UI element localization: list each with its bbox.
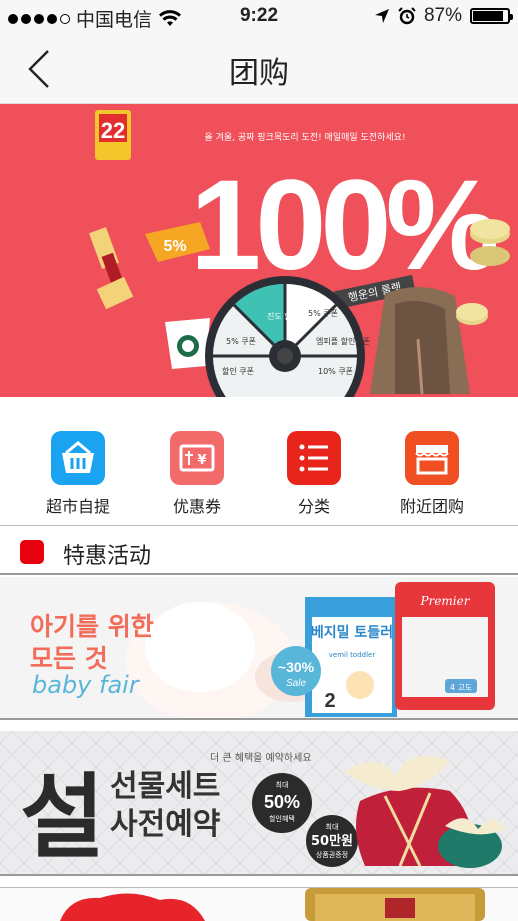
quick-item-label: 附近团购 xyxy=(399,497,464,516)
wheel-segment: 5% 쿠폰 xyxy=(308,309,338,318)
promo-banner-baby-fair[interactable]: 아기를 위한 모든 것 baby fair 베지밀 토들러 vemil todd… xyxy=(0,577,518,720)
calligraphy: 설 xyxy=(20,763,105,871)
section-title: 特惠活动 xyxy=(63,544,152,569)
quick-item-label: 超市自提 xyxy=(45,497,110,516)
battery-percent: 87% xyxy=(423,5,462,26)
sale-badge: ~30% xyxy=(278,659,315,675)
store-icon[interactable] xyxy=(405,431,459,485)
promo-line2: 모든 것 xyxy=(30,644,108,673)
battery-icon xyxy=(470,8,513,24)
location-arrow-icon xyxy=(374,9,389,23)
anniversary-badge: 22 xyxy=(95,110,131,160)
banner-art: 22 올 겨울, 공짜 핑크목도리 도전! 매일매일 도전하세요! 100% 행… xyxy=(89,110,510,397)
alarm-icon xyxy=(398,7,416,25)
wheel-segment: 5% 쿠폰 xyxy=(226,337,256,346)
coupon-icon[interactable]: ¥ xyxy=(170,431,224,485)
quick-item-label: 优惠券 xyxy=(172,497,221,516)
box-size: 4 고도 xyxy=(450,683,472,692)
promo-line2: 사전예약 xyxy=(110,807,220,842)
quick-menu: 超市自提 ¥ 优惠券 分类 附近团购 xyxy=(0,397,518,526)
discount-badge: 50% xyxy=(264,792,300,812)
badge-small: 최대 xyxy=(276,780,289,789)
discount-badge-sub: 할인혜택 xyxy=(269,814,295,823)
gift-badge: 50만원 xyxy=(311,833,353,849)
status-bar: 中国电信 9:22 87% xyxy=(0,0,518,34)
section-header: 特惠活动 xyxy=(0,527,518,575)
quick-item-nearby-deals[interactable]: 附近团购 xyxy=(372,431,492,517)
banner-subtitle: 올 겨울, 공짜 핑크목도리 도전! 매일매일 도전하세요! xyxy=(204,132,405,143)
promo-banner-gift-set[interactable]: 설 더 큰 혜택을 예약하세요 선물세트 사전예약 최대 50% 할인혜택 최대… xyxy=(0,731,518,876)
section-marker-icon xyxy=(20,540,44,564)
coffee-cup-image xyxy=(165,318,210,369)
quick-item-supermarket-pickup[interactable]: 超市自提 xyxy=(18,431,138,517)
quick-item-coupons[interactable]: ¥ 优惠券 xyxy=(137,431,257,517)
sale-badge-sub: Sale xyxy=(286,678,306,689)
badge2-small: 최대 xyxy=(326,822,339,831)
promo-art: 설 더 큰 혜택을 예약하세요 선물세트 사전예약 최대 50% 할인혜택 최대… xyxy=(0,731,518,874)
basket-icon[interactable] xyxy=(51,431,105,485)
product-number: 2 xyxy=(324,690,335,712)
wheel-segment: 진도 할인쿠폰 xyxy=(267,311,314,321)
promo-art xyxy=(60,888,485,921)
promo-line3: baby fair xyxy=(32,671,141,699)
navigation-bar: 团购 xyxy=(0,34,518,104)
banner-headline: 100% xyxy=(190,154,497,297)
box-brand: Premier xyxy=(420,594,471,608)
promo-banner-partial[interactable] xyxy=(0,887,518,921)
promo-art: 아기를 위한 모든 것 baby fair 베지밀 토들러 vemil todd… xyxy=(30,582,495,718)
discount-tag: 5% xyxy=(163,238,186,255)
quick-item-label: 分类 xyxy=(297,497,330,516)
promo-line1: 선물세트 xyxy=(110,769,220,804)
promo-top-note: 더 큰 혜택을 예약하세요 xyxy=(210,751,312,764)
svg-text:¥: ¥ xyxy=(197,453,206,468)
scarf-image xyxy=(370,286,470,395)
page-title: 团购 xyxy=(229,56,289,91)
wheel-segment: 10% 쿠폰 xyxy=(318,367,353,376)
quick-item-categories[interactable]: 分类 xyxy=(254,431,374,517)
product-sub: vemil toddler xyxy=(329,651,376,659)
wheel-segment: 엠피플 할인쿠폰 xyxy=(316,336,370,346)
product-name: 베지밀 토들러 xyxy=(311,625,393,641)
wheel-segment: 할인 쿠폰 xyxy=(222,366,254,376)
badge-number: 22 xyxy=(101,118,125,143)
list-icon[interactable] xyxy=(287,431,341,485)
gift-badge-sub: 상품권증정 xyxy=(316,850,348,859)
promo-line1: 아기를 위한 xyxy=(30,612,154,641)
banner-carousel[interactable]: 22 올 겨울, 공짜 핑크목도리 도전! 매일매일 도전하세요! 100% 행… xyxy=(0,104,518,397)
